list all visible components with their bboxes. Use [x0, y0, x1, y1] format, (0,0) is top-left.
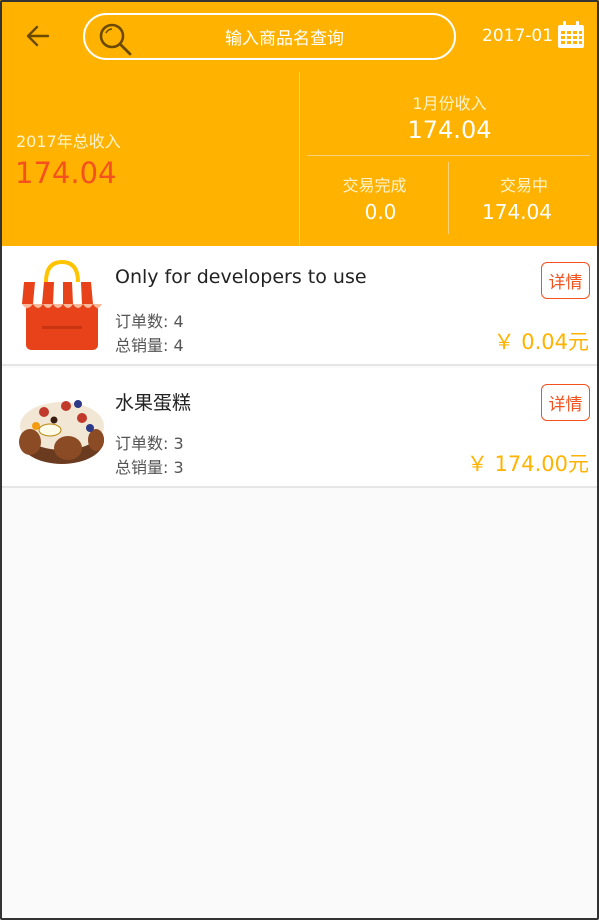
sales-count: 总销量: 3: [115, 458, 184, 477]
year-income-value: 174.04: [15, 156, 117, 190]
year-income-label: 2017年总收入: [16, 132, 121, 151]
top-bar: 输入商品名查询 2017-01: [0, 0, 599, 72]
date-selector-label[interactable]: 2017-01: [482, 26, 553, 46]
details-button[interactable]: 详情: [541, 262, 590, 299]
pending-value: 174.04: [482, 200, 552, 224]
month-income-value: 174.04: [407, 116, 492, 144]
calendar-icon[interactable]: [556, 20, 586, 50]
cake-image: [16, 382, 108, 474]
product-name: Only for developers to use: [115, 266, 367, 288]
search-placeholder: 输入商品名查询: [225, 29, 344, 49]
product-item[interactable]: 水果蛋糕 订单数: 3 总销量: 3 详情 ￥ 174.00元: [0, 368, 599, 488]
completed-label: 交易完成: [342, 176, 407, 195]
details-button[interactable]: 详情: [541, 384, 590, 421]
sales-count: 总销量: 4: [115, 336, 184, 355]
search-input[interactable]: 输入商品名查询: [83, 13, 456, 60]
back-arrow-icon: [26, 25, 50, 47]
income-summary: 2017年总收入 174.04 1月份收入 174.04 交易完成 0.0 交易…: [0, 72, 599, 246]
product-name: 水果蛋糕: [115, 392, 192, 414]
pending-label: 交易中: [499, 176, 548, 195]
completed-value: 0.0: [364, 200, 397, 224]
back-button[interactable]: [20, 18, 56, 54]
product-item[interactable]: Only for developers to use 订单数: 4 总销量: 4…: [0, 246, 599, 366]
order-count: 订单数: 3: [115, 434, 184, 453]
product-price: ￥ 174.00元: [466, 452, 589, 476]
shop-icon: [22, 260, 102, 350]
month-income-label: 1月份收入: [412, 94, 487, 113]
product-price: ￥ 0.04元: [493, 330, 589, 354]
order-count: 订单数: 4: [115, 312, 184, 331]
divider: [307, 155, 590, 156]
